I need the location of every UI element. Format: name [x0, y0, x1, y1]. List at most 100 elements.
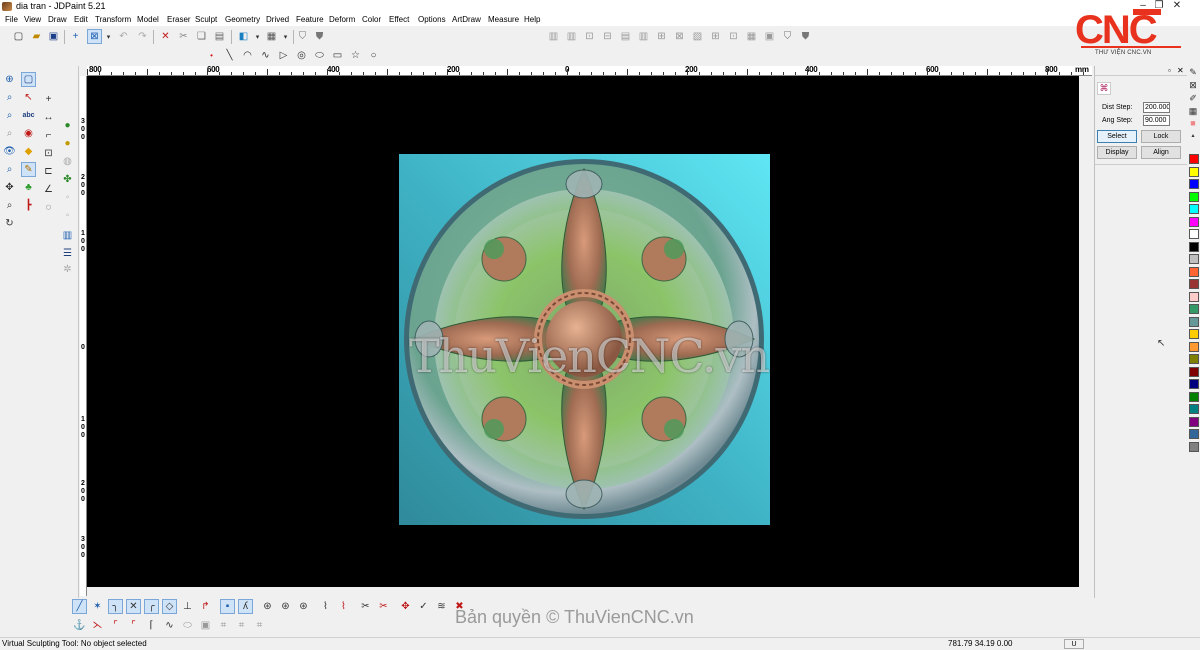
crosshair-icon[interactable]: +	[68, 29, 83, 44]
spline-icon[interactable]: ∿	[258, 48, 273, 63]
panel-close-icon[interactable]: ✕	[1177, 66, 1184, 75]
polyline-icon[interactable]: ▷	[276, 48, 291, 63]
smooth-icon[interactable]: ◦	[60, 190, 75, 205]
anchor-icon[interactable]: ⚓	[72, 618, 87, 633]
copy-icon[interactable]: ❏	[194, 29, 209, 44]
flat-icon[interactable]: ⬭	[180, 618, 195, 633]
break-icon[interactable]: ⌇	[336, 599, 351, 614]
rectangle-icon[interactable]: ▭	[330, 48, 345, 63]
color-swatch[interactable]	[1189, 341, 1199, 352]
color-swatch[interactable]	[1189, 241, 1199, 252]
vertical-scrollbar[interactable]	[1079, 76, 1092, 587]
circle-tool-icon[interactable]: ◉	[21, 126, 36, 141]
snap-grid-icon[interactable]: ⊛	[260, 599, 275, 614]
stamp-icon[interactable]: ▥	[60, 228, 75, 243]
color-swatch[interactable]	[1189, 166, 1199, 177]
view-tool-icon[interactable]: ▣	[762, 29, 777, 44]
color-swatch[interactable]	[1189, 404, 1199, 414]
arc-icon[interactable]: ◠	[240, 48, 255, 63]
menu-draw[interactable]: Draw	[48, 13, 67, 26]
star-icon[interactable]: ☆	[348, 48, 363, 63]
scroll-up-icon[interactable]: ▴	[1187, 130, 1199, 140]
color-swatch[interactable]	[1189, 429, 1199, 439]
view-tool-icon[interactable]: ▤	[618, 29, 633, 44]
settings-icon[interactable]: ✲	[60, 262, 75, 277]
color-swatch[interactable]	[1189, 391, 1199, 402]
move-icon[interactable]: ✥	[2, 180, 17, 195]
layers-icon[interactable]: ☰	[60, 246, 75, 261]
view-tool-icon[interactable]: ⊡	[582, 29, 597, 44]
view-tool-icon[interactable]: ⊡	[726, 29, 741, 44]
bulb-icon[interactable]: ●	[60, 136, 75, 151]
menu-measure[interactable]: Measure	[488, 13, 519, 26]
diamond-icon[interactable]: ◇	[162, 599, 177, 614]
sculpt-tool-icon[interactable]: ✤	[60, 172, 75, 187]
corner-r2-icon[interactable]: ⌜	[126, 618, 141, 633]
view-tool-icon[interactable]: ⊠	[672, 29, 687, 44]
chevron-down-icon[interactable]: ▾	[278, 29, 293, 44]
no-color-icon[interactable]: ⊠	[1187, 79, 1199, 91]
angle-icon[interactable]: ∠	[41, 182, 56, 197]
color-swatch[interactable]	[1189, 291, 1199, 302]
snap-grid2-icon[interactable]: ⊛	[278, 599, 293, 614]
rotate-icon[interactable]: ↻	[2, 216, 17, 231]
redo-icon[interactable]: ↷	[135, 29, 150, 44]
color-swatch[interactable]	[1189, 304, 1199, 314]
menu-sculpt[interactable]: Sculpt	[195, 13, 217, 26]
node-edit-icon[interactable]: ↖	[21, 90, 36, 105]
shield-icon[interactable]: ⛉	[780, 29, 795, 44]
bend-tool-icon[interactable]: ╮	[108, 599, 123, 614]
ang-step-field[interactable]: 90.000	[1143, 115, 1170, 126]
horizontal-scrollbar[interactable]	[87, 587, 1079, 598]
color-swatch[interactable]	[1189, 416, 1199, 427]
lightbulb-icon[interactable]: ●	[60, 118, 75, 133]
panel-restore-icon[interactable]: ▫	[1168, 66, 1171, 75]
menu-edit[interactable]: Edit	[74, 13, 88, 26]
smudge-icon[interactable]: ◦	[60, 208, 75, 223]
save-icon[interactable]: ▣	[46, 29, 61, 44]
wave-r-icon[interactable]: ∿	[162, 618, 177, 633]
curve-tool-icon[interactable]: ╱	[72, 599, 87, 614]
pan-icon[interactable]: 👁	[2, 144, 17, 159]
menu-effect[interactable]: Effect	[389, 13, 409, 26]
distance-icon[interactable]: ↔	[41, 110, 56, 125]
fillet-icon[interactable]: ↱	[198, 599, 213, 614]
lock-button[interactable]: Lock	[1141, 130, 1181, 143]
menu-geometry[interactable]: Geometry	[225, 13, 260, 26]
corner-icon[interactable]: ⌐	[41, 128, 56, 143]
ellipse-icon[interactable]: ⬭	[312, 48, 327, 63]
undo-icon[interactable]: ↶	[116, 29, 131, 44]
delete-icon[interactable]: ✕	[158, 29, 173, 44]
menu-eraser[interactable]: Eraser	[167, 13, 191, 26]
view-tool-icon[interactable]: ▦	[744, 29, 759, 44]
zoom-all-icon[interactable]: ⌕	[2, 162, 17, 177]
shaded-view-icon[interactable]: ◧	[236, 29, 251, 44]
menu-transform[interactable]: Transform	[95, 13, 131, 26]
menu-feature[interactable]: Feature	[296, 13, 324, 26]
circle-outline-icon[interactable]: ○	[366, 48, 381, 63]
snap-curve-icon[interactable]: ʎ	[238, 599, 253, 614]
offset-icon[interactable]: ⊡	[41, 146, 56, 161]
view-tool-icon[interactable]: ⊟	[600, 29, 615, 44]
menu-help[interactable]: Help	[524, 13, 540, 26]
snap-grid3-icon[interactable]: ⊛	[296, 599, 311, 614]
color-swatch[interactable]	[1189, 204, 1199, 214]
dist-step-field[interactable]: 200.000	[1143, 102, 1170, 113]
lasso-icon[interactable]: ◌	[41, 200, 56, 215]
perpendicular-icon[interactable]: ⊥	[180, 599, 195, 614]
view-tool-icon[interactable]: ⊞	[654, 29, 669, 44]
layer-view-icon[interactable]: ▦	[264, 29, 279, 44]
tree-icon[interactable]: ♣	[21, 180, 36, 195]
zoom-window-icon[interactable]: ⊕	[2, 72, 17, 87]
shield-icon[interactable]: ⛉	[295, 29, 310, 44]
pattern-icon[interactable]: ▦	[1187, 105, 1199, 117]
color-swatch[interactable]	[1189, 154, 1199, 164]
cut-red-icon[interactable]: ✂	[376, 599, 391, 614]
trim-icon[interactable]: ⊏	[41, 164, 56, 179]
open-folder-icon[interactable]: ▰	[29, 29, 44, 44]
align-button[interactable]: Align	[1141, 146, 1181, 159]
diamond-tool-icon[interactable]: ◆	[21, 144, 36, 159]
menu-color[interactable]: Color	[362, 13, 381, 26]
point-icon[interactable]: •	[204, 48, 219, 63]
pen-icon[interactable]: ✎	[1187, 66, 1199, 78]
